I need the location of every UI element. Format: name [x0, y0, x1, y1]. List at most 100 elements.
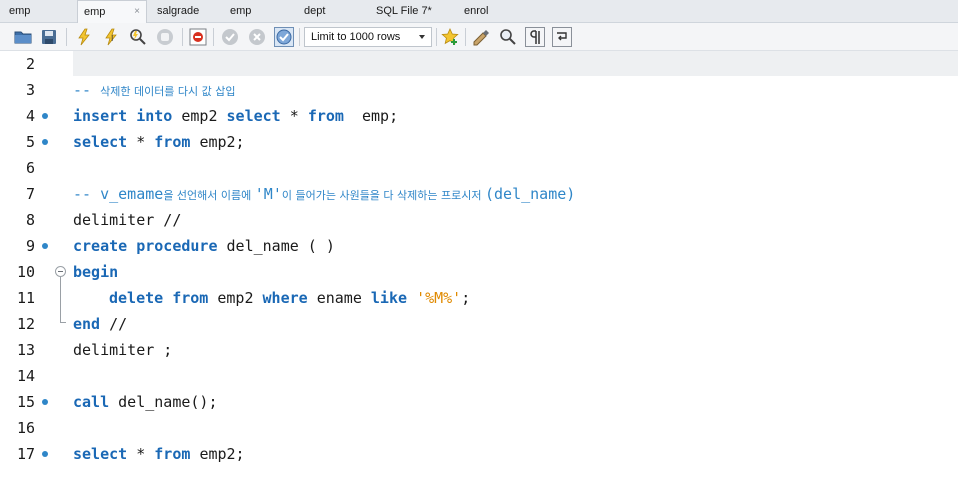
- keyword-token: like: [370, 289, 417, 307]
- find-icon[interactable]: [498, 27, 518, 47]
- code-line: 6: [0, 155, 958, 181]
- code-token: emp;: [352, 107, 399, 125]
- line-number: 3: [25, 81, 35, 99]
- code-text: delimiter //: [73, 207, 181, 233]
- comment-token: --: [73, 81, 101, 99]
- statement-marker-icon: [42, 399, 48, 405]
- statement-marker-icon: [42, 243, 48, 249]
- stop-icon[interactable]: [155, 27, 175, 47]
- line-number: 8: [25, 211, 35, 229]
- keyword-token: from: [307, 107, 353, 125]
- keyword-token: from: [154, 133, 200, 151]
- comment-token: (del_name): [485, 185, 576, 203]
- tab-label: dept: [304, 5, 326, 17]
- tab-emp-active[interactable]: emp ×: [77, 0, 147, 23]
- code-token: delimiter //: [73, 211, 182, 229]
- tab-salgrade[interactable]: salgrade: [157, 0, 199, 22]
- explain-icon[interactable]: [128, 27, 148, 47]
- close-tab-icon[interactable]: ×: [134, 1, 140, 23]
- code-text: delete from emp2 where ename like '%M%';: [73, 285, 470, 311]
- save-icon[interactable]: [39, 27, 59, 47]
- sql-editor[interactable]: 2 3 -- 삭제한 데이터를 다시 값 삽입 4 insert into em…: [0, 51, 958, 480]
- word-wrap-icon[interactable]: [552, 27, 572, 47]
- code-token: emp2: [217, 289, 263, 307]
- code-token: ename: [316, 289, 371, 307]
- code-line: 13 delimiter ;: [0, 337, 958, 363]
- code-text: begin: [73, 259, 118, 285]
- toolbar-separator: [213, 28, 214, 46]
- line-number: 9: [25, 237, 35, 255]
- commit-icon[interactable]: [220, 27, 240, 47]
- line-number: 2: [25, 55, 35, 73]
- tab-label: salgrade: [157, 5, 200, 17]
- keyword-token: from: [154, 445, 200, 463]
- add-snippet-icon[interactable]: [440, 27, 460, 47]
- keyword-token: end: [73, 315, 110, 333]
- line-number: 17: [16, 445, 35, 463]
- fold-toggle-icon[interactable]: [55, 266, 66, 277]
- keyword-token: delete from: [109, 289, 218, 307]
- code-token: emp2;: [199, 133, 245, 151]
- code-token: emp2;: [199, 445, 245, 463]
- keyword-token: begin: [73, 263, 119, 281]
- tab-emp-1[interactable]: emp: [9, 0, 30, 22]
- toolbar-separator: [182, 28, 183, 46]
- code-text: -- v_emame을 선언해서 이름에 'M'이 들어가는 사원들을 다 삭제…: [73, 181, 575, 207]
- tab-label: SQL File 7*: [376, 5, 432, 17]
- code-text: end //: [73, 311, 127, 337]
- toggle-error-icon[interactable]: [188, 27, 208, 47]
- code-line: 7 -- v_emame을 선언해서 이름에 'M'이 들어가는 사원들을 다 …: [0, 181, 958, 207]
- tab-emp-2[interactable]: emp: [230, 0, 251, 22]
- autocommit-icon[interactable]: [274, 27, 294, 47]
- line-number: 4: [25, 107, 35, 125]
- code-token: delimiter ;: [73, 341, 173, 359]
- keyword-token: where: [262, 289, 317, 307]
- comment-token: 이 들어가는 사원들을 다 삭제하는 프로시저: [281, 189, 485, 202]
- line-number: 15: [16, 393, 35, 411]
- code-line: 10 begin: [0, 259, 958, 285]
- code-line: 5 select * from emp2;: [0, 129, 958, 155]
- tab-sql-file-7[interactable]: SQL File 7*: [376, 0, 432, 22]
- code-token: emp2: [181, 107, 227, 125]
- toolbar-separator: [299, 28, 300, 46]
- keyword-token: select: [73, 133, 137, 151]
- code-line: 12 end //: [0, 311, 958, 337]
- code-line: 15 call del_name();: [0, 389, 958, 415]
- statement-marker-icon: [42, 451, 48, 457]
- limit-rows-value: Limit to 1000 rows: [311, 31, 401, 43]
- code-token: del_name();: [118, 393, 218, 411]
- tab-dept[interactable]: dept: [304, 0, 325, 22]
- keyword-token: call: [73, 393, 119, 411]
- code-token: ;: [461, 289, 471, 307]
- line-number: 12: [16, 315, 35, 333]
- comment-token: -- v_emame: [73, 185, 164, 203]
- code-line: 14: [0, 363, 958, 389]
- code-line: 17 select * from emp2;: [0, 441, 958, 467]
- string-token: '%M%': [416, 289, 462, 307]
- comment-token: 삭제한 데이터를 다시 값 삽입: [100, 85, 236, 98]
- limit-rows-select[interactable]: Limit to 1000 rows: [304, 27, 432, 47]
- line-number: 11: [16, 289, 35, 307]
- code-text: delimiter ;: [73, 337, 172, 363]
- code-text: create procedure del_name ( ): [73, 233, 335, 259]
- open-folder-icon[interactable]: [13, 27, 33, 47]
- keyword-token: insert into: [73, 107, 182, 125]
- toolbar-separator: [66, 28, 67, 46]
- code-line: 3 -- 삭제한 데이터를 다시 값 삽입: [0, 77, 958, 103]
- toolbar-separator: [465, 28, 466, 46]
- beautify-icon[interactable]: [471, 27, 491, 47]
- line-number: 10: [16, 263, 35, 281]
- execute-icon[interactable]: [74, 27, 94, 47]
- code-line: 2: [0, 51, 958, 77]
- code-text: select * from emp2;: [73, 441, 245, 467]
- code-token: del_name ( ): [226, 237, 335, 255]
- keyword-token: create procedure: [73, 237, 227, 255]
- invisible-chars-icon[interactable]: [525, 27, 545, 47]
- code-token: *: [289, 107, 308, 125]
- tab-enrol[interactable]: enrol: [464, 0, 488, 22]
- rollback-icon[interactable]: [247, 27, 267, 47]
- execute-current-icon[interactable]: I: [101, 27, 121, 47]
- statement-marker-icon: [42, 113, 48, 119]
- code-line: 8 delimiter //: [0, 207, 958, 233]
- tab-label: emp: [84, 6, 106, 18]
